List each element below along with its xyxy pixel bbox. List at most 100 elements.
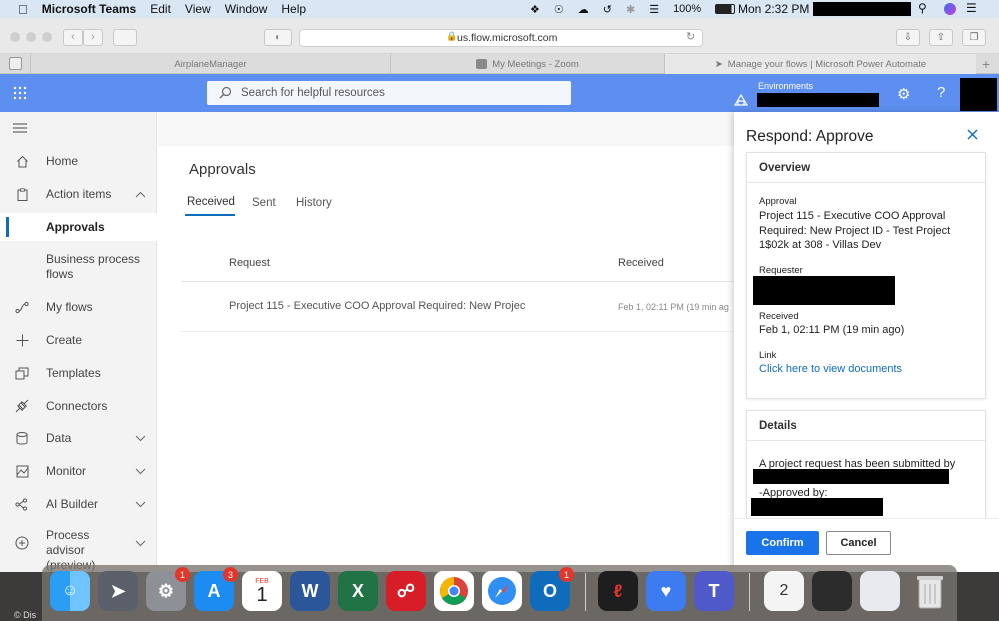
sidebar-item-business-process-flows[interactable]: Business process flows [0,250,157,284]
menu-app-name[interactable]: Microsoft Teams [42,2,136,16]
time-machine-icon[interactable]: ↺ [603,3,612,16]
environment-icon[interactable] [734,94,748,106]
tab-airplanemanager[interactable]: AirplaneManager [30,54,390,74]
outlook-icon[interactable]: O1 [530,567,574,611]
documents-link[interactable]: Click here to view documents [759,362,959,377]
apple-icon[interactable]:  [18,2,28,17]
hamburger-menu-icon[interactable] [13,123,27,133]
chevron-up-icon[interactable] [135,191,146,198]
column-header-request[interactable]: Request [229,257,270,269]
sidebar-item-ai-builder[interactable]: AI Builder [0,493,157,515]
chrome-icon[interactable] [434,571,474,611]
finder-icon[interactable]: ☺ [50,571,90,611]
acrobat-icon[interactable]: ℓ [598,571,638,611]
system-preferences-icon[interactable]: ⚙ 1 [146,567,190,611]
chevron-down-icon[interactable] [135,435,146,442]
minimized-window-icon[interactable] [812,571,852,611]
word-icon[interactable]: W [290,571,330,611]
health-app-icon[interactable]: ♥ [646,571,686,611]
window-zoom-button[interactable] [42,32,52,42]
calendar-icon[interactable]: FEB 1 [242,571,282,611]
redacted-environment[interactable] [757,93,879,107]
monitor-icon [14,463,30,479]
redacted-submitter [753,469,949,484]
request-cell[interactable]: Project 115 - Executive COO Approval Req… [229,300,525,312]
sidebar-item-my-flows[interactable]: My flows [0,296,157,318]
sidebar-item-connectors[interactable]: Connectors [0,395,157,417]
app-launcher-icon[interactable] [13,86,27,100]
browser-tab-bar: AirplaneManager My Meetings - Zoom ➤ Man… [0,54,999,74]
sidebar-item-approvals[interactable]: Approvals [0,213,157,241]
calendar-document-icon[interactable]: 2 [764,571,804,611]
tab-power-automate[interactable]: ➤ Manage your flows | Microsoft Power Au… [664,54,976,74]
reload-icon[interactable]: ↻ [686,30,695,43]
address-bar[interactable]: 🔒 us.flow.microsoft.com ↻ [299,29,703,47]
app-store-icon[interactable]: A3 [194,567,238,611]
tab-history[interactable]: History [296,197,332,209]
minimized-window-icon[interactable] [860,571,900,611]
dropbox-icon[interactable]: ❖ [530,3,540,16]
search-box[interactable]: Search for helpful resources [207,81,571,105]
battery-percent: 100% [673,3,702,15]
tabs-overview-icon[interactable]: ❐ [962,29,986,46]
confirm-button[interactable]: Confirm [746,531,819,555]
sidebar-item-label: Templates [46,365,101,380]
sidebar-toggle-icon[interactable] [113,29,137,46]
table-row[interactable]: Project 115 - Executive COO Approval Req… [181,282,741,332]
window-minimize-button[interactable] [26,32,36,42]
chevron-down-icon[interactable] [135,468,146,475]
siri-icon[interactable] [944,3,956,15]
dock-separator [749,573,750,611]
tab-sent[interactable]: Sent [252,197,276,209]
sidebar-item-action-items[interactable]: Action items [0,183,157,205]
sidebar: Home Action items Approvals Business pro… [0,112,157,572]
new-tab-button[interactable]: + [982,56,990,72]
received-label: Received [759,311,799,322]
shield-status-icon[interactable]: ☉ [554,3,564,16]
sidebar-item-monitor[interactable]: Monitor [0,460,157,482]
forward-button[interactable]: › [83,29,103,46]
menu-help[interactable]: Help [281,2,306,16]
sidebar-item-home[interactable]: Home [0,150,157,172]
back-button[interactable]: ‹ [63,29,83,46]
chevron-down-icon[interactable] [135,540,146,547]
cancel-button[interactable]: Cancel [826,531,891,555]
menu-edit[interactable]: Edit [150,2,171,16]
excel-icon[interactable]: X [338,571,378,611]
help-icon[interactable]: ? [937,84,945,101]
teams-icon[interactable]: T [694,571,734,611]
page-title: Approvals [189,161,256,178]
settings-icon[interactable]: ⚙ [897,85,910,103]
control-center-icon[interactable]: ☰ [966,1,977,15]
wifi-icon[interactable]: ☰ [649,3,659,16]
column-header-received[interactable]: Received [618,257,664,269]
sidebar-item-process-advisor[interactable]: Process advisor (preview) [0,526,157,572]
download-icon[interactable]: ⇩ [896,29,920,46]
redacted-requester [753,276,895,305]
trash-icon[interactable] [910,571,950,611]
menu-view[interactable]: View [185,2,211,16]
menu-window[interactable]: Window [225,2,268,16]
chevron-down-icon[interactable] [135,501,146,508]
safari-icon[interactable] [482,571,522,611]
creative-cloud-icon[interactable]: ☁ [578,3,589,16]
spotlight-icon[interactable]: ⚲ [918,1,927,15]
tab-title: My Meetings - Zoom [492,58,579,70]
sidebar-item-templates[interactable]: Templates [0,362,157,384]
share-icon[interactable]: ⇧ [929,29,953,46]
redacted-avatar[interactable] [960,78,997,111]
sidebar-item-data[interactable]: Data [0,427,157,449]
tab-zoom-meetings[interactable]: My Meetings - Zoom [390,54,664,74]
privacy-shield-icon[interactable]: ◐ [264,29,292,46]
battery-icon[interactable] [715,4,736,14]
bluetooth-icon[interactable]: ✱ [626,3,635,16]
sidebar-item-create[interactable]: Create [0,329,157,351]
pinned-tab-icon[interactable] [9,57,22,70]
tab-received[interactable]: Received [187,196,235,208]
close-icon[interactable] [967,129,978,140]
sidebar-item-label: Approvals [46,219,105,234]
window-close-button[interactable] [10,32,20,42]
menubar-clock[interactable]: Mon 2:32 PM [738,2,809,16]
security-app-icon[interactable]: ☍ [386,571,426,611]
launchpad-icon[interactable]: ➤ [98,571,138,611]
